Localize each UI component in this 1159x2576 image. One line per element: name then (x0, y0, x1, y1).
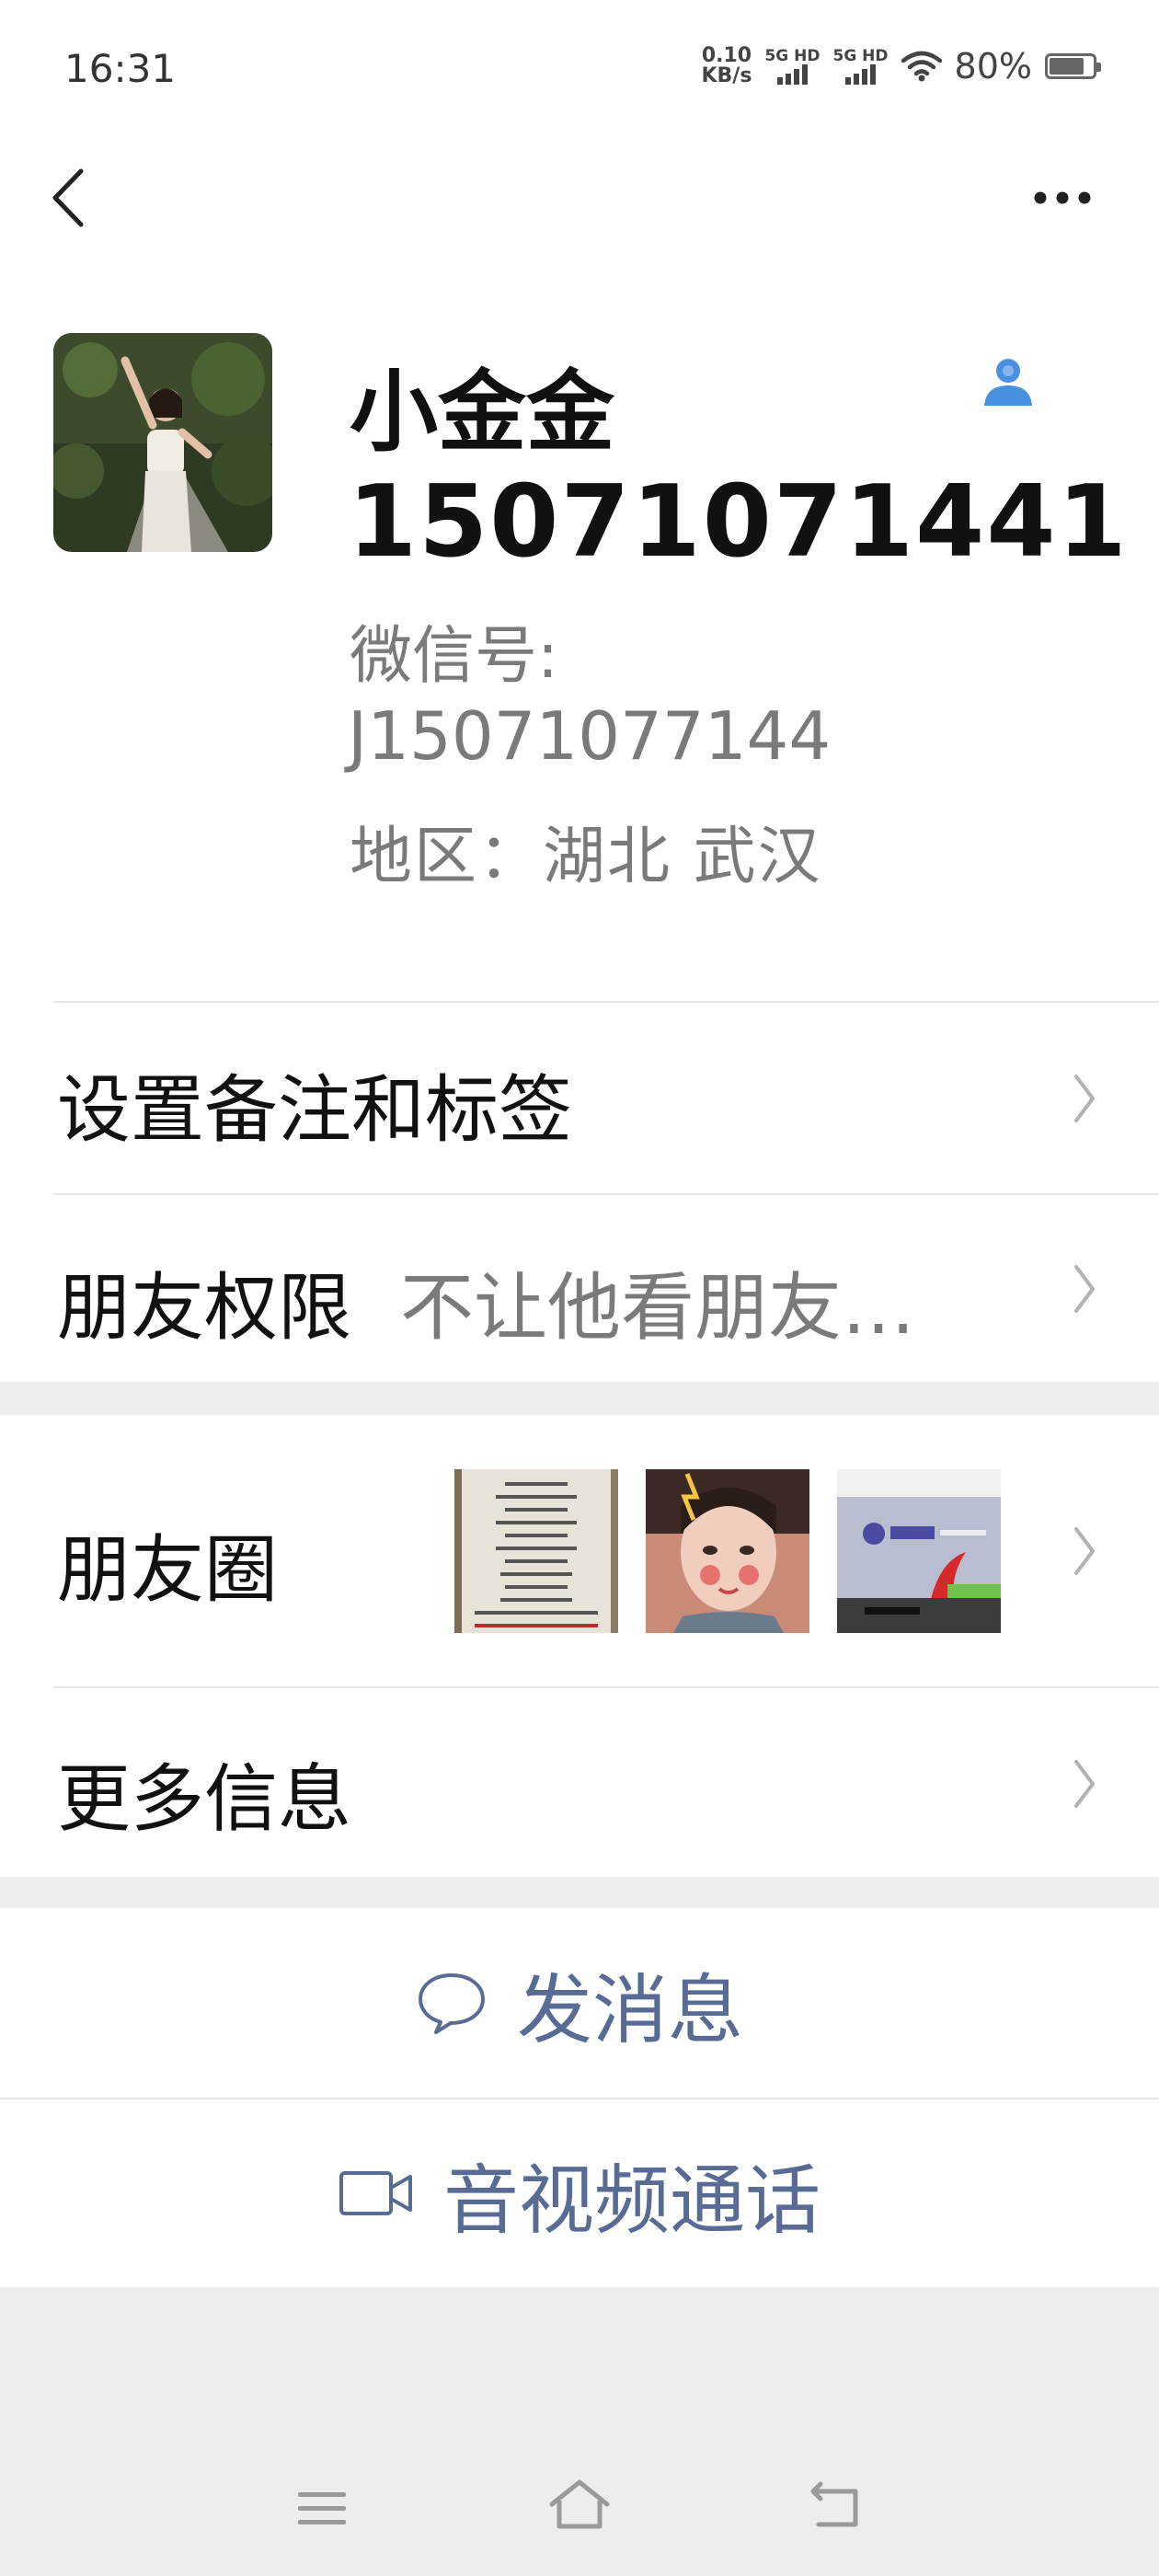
back-button[interactable] (46, 166, 92, 230)
wechat-id-value: J15071077144 (348, 697, 832, 775)
menu-icon[interactable] (296, 2489, 348, 2529)
video-call-button[interactable]: 音视频通话 (0, 2099, 1159, 2287)
network-speed-unit: KB/s (701, 64, 752, 87)
signal-sim1-label: 5G HD (764, 46, 820, 65)
moments-thumbnail-text[interactable] (454, 1469, 618, 1633)
moments-label: 朋友圈 (57, 1527, 278, 1613)
send-message-button[interactable]: 发消息 (0, 1908, 1159, 2098)
contact-name: 小金金 (350, 361, 614, 464)
set-remark-label: 设置备注和标签 (57, 1067, 572, 1153)
send-message-label: 发消息 (516, 1966, 743, 2054)
home-icon[interactable] (547, 2477, 612, 2532)
more-info-label: 更多信息 (57, 1756, 351, 1842)
moments-photo (646, 1469, 809, 1633)
avatar[interactable] (53, 333, 272, 552)
contact-phone: 15071071441 (348, 465, 1129, 580)
friend-permission-row[interactable]: 朋友权限 不让他看朋友… (0, 1195, 1159, 1382)
more-options-button[interactable] (1026, 179, 1099, 216)
signal-bars-icon (776, 63, 808, 85)
network-speed: 0.10 KB/s (701, 46, 752, 86)
moments-photo (837, 1469, 1001, 1633)
signal-sim2: 5G HD (832, 46, 889, 85)
video-camera-icon (339, 2171, 412, 2215)
section-gap (0, 1382, 1159, 1415)
signal-sim1: 5G HD (764, 46, 820, 85)
chevron-right-icon (1074, 1760, 1095, 1808)
contact-person-icon[interactable] (981, 354, 1036, 409)
battery-icon (1045, 53, 1101, 79)
contact-region: 地区：湖北 武汉 (350, 821, 822, 893)
video-call-label: 音视频通话 (442, 2156, 820, 2245)
signal-bars-icon (845, 63, 876, 85)
friend-permission-label: 朋友权限 (57, 1265, 351, 1351)
status-time: 16:31 (64, 46, 177, 91)
more-info-row[interactable]: 更多信息 (0, 1688, 1159, 1877)
moments-thumbnail-selfie[interactable] (646, 1469, 809, 1633)
chat-bubble-icon (418, 1973, 485, 2034)
moments-thumbnail-office[interactable] (837, 1469, 1001, 1633)
wechat-id-label: 微信号: (350, 620, 558, 693)
network-speed-value: 0.10 (701, 44, 752, 67)
signal-sim2-label: 5G HD (832, 46, 889, 65)
avatar-photo (53, 333, 272, 552)
moments-photo (454, 1469, 618, 1633)
wifi-icon (901, 51, 942, 82)
status-indicators: 0.10 KB/s 5G HD 5G HD 80% (701, 46, 1101, 86)
chevron-right-icon (1074, 1527, 1095, 1575)
chevron-right-icon (1074, 1075, 1095, 1122)
chevron-right-icon (1074, 1265, 1095, 1313)
set-remark-row[interactable]: 设置备注和标签 (0, 1003, 1159, 1194)
system-back-icon[interactable] (809, 2478, 865, 2530)
battery-percent: 80% (954, 46, 1032, 86)
section-gap (0, 1877, 1159, 1908)
friend-permission-value: 不让他看朋友… (400, 1265, 915, 1351)
